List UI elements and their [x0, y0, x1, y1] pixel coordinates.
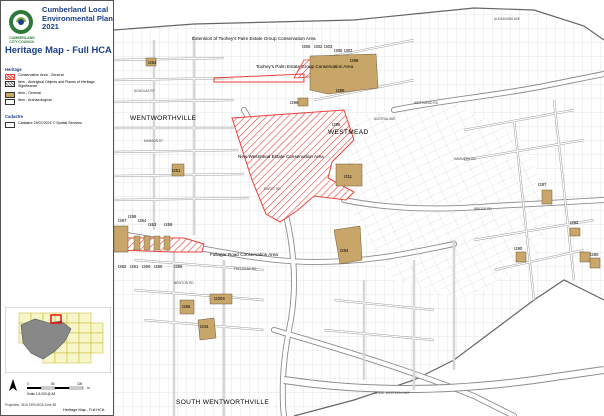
legend-item-label: Conservation Area - General — [18, 73, 64, 77]
heritage-item-i280[interactable] — [589, 257, 601, 269]
item-label: I302 — [314, 44, 323, 49]
suburb-label: WESTMEAD — [328, 129, 369, 136]
street-label: ALEXANDRA AVE — [494, 17, 520, 21]
plan-title: Cumberland Local Environmental Plan 2021 — [42, 5, 113, 31]
street-label: DARCY RD — [264, 187, 281, 191]
suburb-label: SOUTH WENTWORTHVILLE — [176, 399, 269, 406]
cadastre-heading: Cadastre — [5, 114, 23, 119]
projection-text: Projection: GDA 1994 MGA Zone 56 — [5, 403, 57, 407]
legend-item-label: Item - Aboriginal Objects and Places of … — [18, 80, 95, 89]
heritage-item-i290[interactable] — [515, 251, 527, 263]
map-canvas[interactable]: I254 I306 I302 I303 I305 I307 I298 I295 … — [114, 0, 604, 416]
street-label: AUSTRAL AVE — [374, 117, 395, 121]
item-label: I259 — [164, 222, 173, 227]
item-label: I305 — [334, 48, 343, 53]
hca-label: Fullagar Road Conservation Area — [210, 252, 278, 257]
item-label: I244 — [200, 324, 209, 329]
item-label: I255 — [154, 264, 163, 269]
legend-item-label: Item - General — [18, 91, 41, 95]
street-label: FULLAGAR RD — [234, 267, 257, 271]
item-label: I262 — [118, 264, 127, 269]
item-label: I290 — [514, 246, 523, 251]
heritage-item-i252[interactable] — [114, 225, 129, 253]
street-label: NEWTON RD — [174, 281, 194, 285]
street-label: GREAT WESTERN HWY — [374, 391, 411, 395]
archaeological-swatch — [5, 99, 15, 105]
scale-tick-label: 0 — [27, 382, 29, 386]
street-label: WESTMEAD RD — [414, 101, 439, 105]
item-label: I264 — [138, 218, 147, 223]
item-label: I256 — [174, 264, 183, 269]
hca-label: Toohey's Palm Estate Group Conservation … — [256, 64, 354, 69]
sheet-label: Heritage Map - Full HCA — [63, 408, 105, 412]
item-label: I296 — [290, 100, 299, 105]
heritage-item-i282[interactable] — [569, 227, 581, 237]
item-label: I260 — [142, 264, 151, 269]
street-label: BRIDGE RD — [474, 207, 492, 211]
item-label: I267 — [118, 218, 127, 223]
item-label: I287 — [538, 182, 547, 187]
item-label: I303 — [324, 44, 333, 49]
item-label: I263 — [148, 222, 157, 227]
item-label: I311 — [344, 174, 353, 179]
item-label: I261 — [130, 264, 139, 269]
legend-item-aboriginal: Item - Aboriginal Objects and Places of … — [5, 80, 113, 90]
north-arrow-icon — [9, 379, 17, 391]
legend-item-label: Item - Archaeological — [18, 98, 52, 102]
street-label: HAMMERS RD — [454, 157, 476, 161]
council-logo — [9, 10, 33, 34]
item-label: I282 — [570, 220, 579, 225]
item-label: I254 — [148, 60, 157, 65]
street-label: DOUGLAS ST — [134, 89, 155, 93]
item-label: I280 — [590, 252, 599, 257]
heritage-item-i292[interactable] — [579, 251, 591, 263]
item-label: I2204 — [214, 296, 225, 301]
item-label: I251 — [172, 168, 181, 173]
scale-text: Scale 1:5,000 @ A4 — [27, 392, 55, 396]
hca-label: Extension of Toohey's Palm Estate Group … — [192, 36, 316, 41]
legend-item-label: Cadastre 29/07/2021 © Spatial Services — [18, 121, 82, 125]
legend-item-archaeological: Item - Archaeological — [5, 98, 113, 108]
item-label: I294 — [340, 248, 349, 253]
locality-inset-map — [5, 307, 111, 373]
scale-tick-label: m — [87, 386, 90, 390]
hca-label: New Westmead Estate Conservation Area — [238, 154, 324, 159]
legend-item-cadastre: Cadastre 29/07/2021 © Spatial Services — [5, 121, 113, 131]
map-svg[interactable]: I254 I306 I302 I303 I305 I307 I298 I295 … — [114, 0, 604, 416]
heritage-item-i244[interactable] — [197, 317, 217, 341]
item-label: I298 — [350, 58, 359, 63]
item-label: I286 — [332, 122, 341, 127]
item-label: I268 — [128, 214, 137, 219]
aboriginal-swatch — [5, 81, 15, 87]
item-label: I256 — [182, 304, 191, 309]
heritage-item-i287[interactable] — [541, 189, 553, 205]
item-label: I306 — [302, 44, 311, 49]
suburb-label: WENTWORTHVILLE — [130, 115, 197, 122]
item-label: I307 — [344, 48, 353, 53]
item-label: I295 — [336, 88, 345, 93]
legend-panel: CUMBERLAND CITY COUNCIL Cumberland Local… — [0, 0, 114, 416]
heritage-item-i296[interactable] — [297, 97, 309, 107]
map-title: Heritage Map - Full HCA — [5, 44, 112, 55]
cadastre-swatch — [5, 122, 15, 128]
scale-tick-label: 50 — [51, 382, 55, 386]
scale-tick-label: 100 — [77, 382, 83, 386]
street-label: MANSON ST — [144, 139, 163, 143]
heritage-heading: Heritage — [5, 67, 22, 72]
